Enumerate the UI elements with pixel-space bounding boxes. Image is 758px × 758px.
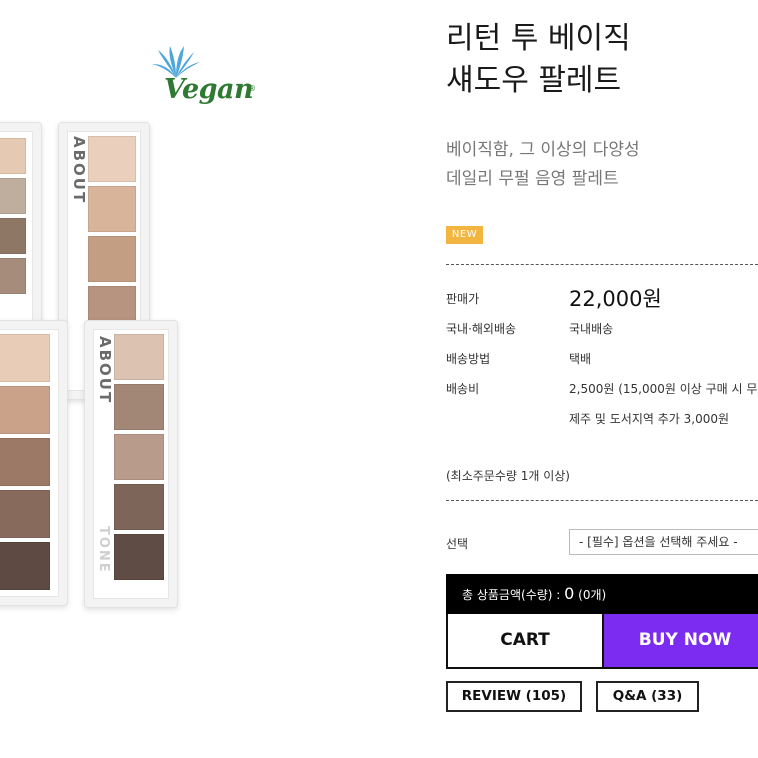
shipping-method-value: 택배 bbox=[569, 352, 592, 366]
shipping-fee-value: 2,500원 (15,000원 이상 구매 시 무료) bbox=[569, 382, 758, 396]
palette-brand: ABOUT bbox=[70, 136, 88, 205]
product-image: Vegan ® ABOUT ABOUT TONE bbox=[0, 0, 300, 758]
qa-button[interactable]: Q&A (33) bbox=[596, 681, 699, 712]
shipping-region-label: 국내·해외배송 bbox=[446, 322, 517, 336]
vegan-text: Vegan bbox=[164, 74, 254, 105]
palette-tray: ABOUT TONE bbox=[93, 329, 169, 599]
new-badge: NEW bbox=[446, 226, 483, 244]
shade bbox=[0, 490, 50, 538]
product-title-line1: 리턴 투 베이직 bbox=[446, 21, 631, 56]
price-value: 22,000원 bbox=[569, 287, 662, 311]
min-order-quantity: (최소주문수량 1개 이상) bbox=[446, 469, 570, 483]
review-button[interactable]: REVIEW (105) bbox=[446, 681, 582, 712]
shade bbox=[114, 384, 164, 430]
shade bbox=[0, 438, 50, 486]
shade bbox=[114, 484, 164, 530]
palette-front-right: ABOUT TONE bbox=[84, 320, 178, 608]
total-amount: 0 bbox=[564, 584, 575, 603]
palette-tray bbox=[0, 131, 33, 323]
total-price-bar: 총 상품금액(수량) : 0 (0개) bbox=[446, 574, 758, 614]
shade bbox=[88, 186, 136, 232]
palette-back-left bbox=[0, 122, 42, 332]
buy-now-button[interactable]: BUY NOW bbox=[604, 614, 758, 669]
shade bbox=[0, 138, 26, 174]
shade bbox=[0, 258, 26, 294]
product-title: 리턴 투 베이직 섀도우 팔레트 bbox=[446, 18, 631, 102]
palette-tray bbox=[0, 329, 59, 597]
divider bbox=[446, 264, 758, 265]
total-label: 총 상품금액(수량) : bbox=[462, 588, 565, 602]
shipping-fee-label: 배송비 bbox=[446, 382, 480, 396]
shade bbox=[114, 334, 164, 380]
option-label: 선택 bbox=[446, 537, 469, 551]
shade bbox=[0, 178, 26, 214]
price-label: 판매가 bbox=[446, 292, 480, 306]
shipping-fee-extra: 제주 및 도서지역 추가 3,000원 bbox=[569, 412, 730, 426]
cart-button[interactable]: CART bbox=[446, 614, 604, 669]
product-subtitle: 베이직함, 그 이상의 다양성 데일리 무펄 음영 팔레트 bbox=[446, 136, 640, 194]
palette-front-left bbox=[0, 320, 68, 606]
registered-mark: ® bbox=[248, 84, 256, 93]
palette-brand: ABOUT bbox=[96, 336, 114, 405]
divider bbox=[446, 500, 758, 501]
option-select[interactable]: - [필수] 옵션을 선택해 주세요 - bbox=[569, 529, 758, 555]
shade bbox=[0, 542, 50, 590]
shade bbox=[88, 136, 136, 182]
product-title-line2: 섀도우 팔레트 bbox=[446, 63, 622, 98]
palette-brand-secondary: TONE bbox=[96, 526, 111, 574]
shade bbox=[114, 434, 164, 480]
shade bbox=[0, 218, 26, 254]
shade bbox=[0, 386, 50, 434]
shipping-region-value: 국내배송 bbox=[569, 322, 614, 336]
shade bbox=[0, 334, 50, 382]
product-subtitle-line1: 베이직함, 그 이상의 다양성 bbox=[446, 140, 640, 160]
total-count: (0개) bbox=[574, 588, 607, 602]
shade bbox=[88, 236, 136, 282]
vegan-logo: Vegan ® bbox=[140, 42, 270, 132]
shipping-method-label: 배송방법 bbox=[446, 352, 491, 366]
product-subtitle-line2: 데일리 무펄 음영 팔레트 bbox=[446, 169, 619, 189]
shade bbox=[114, 534, 164, 580]
